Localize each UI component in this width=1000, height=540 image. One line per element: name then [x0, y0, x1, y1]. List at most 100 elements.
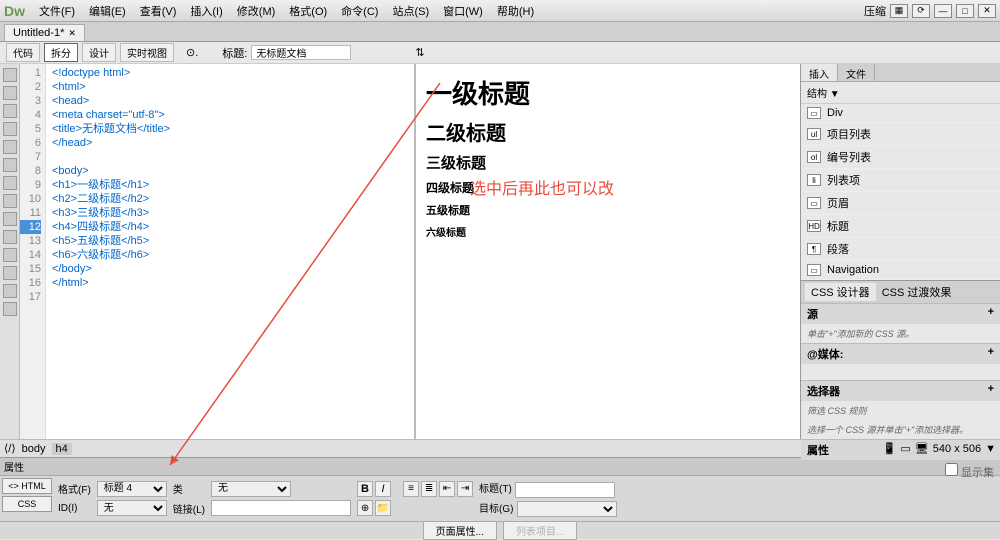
menu-view[interactable]: 查看(V) — [134, 1, 183, 21]
view-design-button[interactable]: 设计 — [82, 43, 116, 62]
title-input[interactable] — [251, 45, 351, 60]
layout-icon[interactable]: ▦ — [890, 4, 908, 18]
tool-icon[interactable] — [3, 212, 17, 226]
css-source-add[interactable]: + — [988, 306, 994, 322]
insert-item-label: 项目列表 — [827, 126, 871, 142]
insert-item[interactable]: ol编号列表 — [801, 146, 1000, 169]
document-tab-bar: Untitled-1* ✕ — [0, 22, 1000, 42]
insert-item-label: 页眉 — [827, 195, 849, 211]
ol-button[interactable]: ≣ — [421, 481, 437, 497]
menu-file[interactable]: 文件(F) — [33, 1, 81, 21]
right-tab-insert[interactable]: 插入 — [801, 64, 838, 81]
menu-modify[interactable]: 修改(M) — [231, 1, 282, 21]
device-icon[interactable]: ▭ — [900, 442, 910, 455]
insert-item-icon: HD — [807, 220, 821, 232]
menu-format[interactable]: 格式(O) — [283, 1, 333, 21]
css-selector-add[interactable]: + — [988, 383, 994, 399]
menu-command[interactable]: 命令(C) — [335, 1, 384, 21]
right-panel: 插入 文件 结构 ▼ ▭Divul项目列表ol编号列表li列表项▭页眉HD标题¶… — [800, 64, 1000, 439]
view-code-button[interactable]: 代码 — [6, 43, 40, 62]
css-selector-hint2: 选择一个 CSS 源并单击"+"添加选择器。 — [801, 420, 1000, 439]
insert-item[interactable]: ▭Navigation — [801, 261, 1000, 280]
view-live-button[interactable]: 实时视图 — [120, 43, 174, 62]
insert-item[interactable]: HD标题 — [801, 215, 1000, 238]
bold-button[interactable]: B — [357, 481, 373, 497]
show-set-checkbox[interactable] — [945, 463, 958, 476]
preview-h2[interactable]: 二级标题 — [426, 117, 790, 146]
ul-button[interactable]: ≡ — [403, 481, 419, 497]
tool-icon[interactable] — [3, 140, 17, 154]
menu-site[interactable]: 站点(S) — [386, 1, 435, 21]
preview-h1[interactable]: 一级标题 — [426, 74, 790, 111]
tool-icon[interactable] — [3, 158, 17, 172]
format-select[interactable]: 标题 4 — [97, 481, 167, 497]
preview-h3[interactable]: 三级标题 — [426, 152, 790, 173]
close-button[interactable]: ✕ — [978, 4, 996, 18]
title2-input[interactable] — [515, 482, 615, 498]
breadcrumb-h4[interactable]: h4 — [52, 443, 72, 455]
tool-icon[interactable] — [3, 248, 17, 262]
insert-item[interactable]: ¶段落 — [801, 238, 1000, 261]
insert-item[interactable]: ▭页眉 — [801, 192, 1000, 215]
menu-help[interactable]: 帮助(H) — [491, 1, 540, 21]
target-select[interactable] — [517, 501, 617, 517]
css-media-add[interactable]: + — [988, 346, 994, 362]
props-html-mode[interactable]: <> HTML — [2, 478, 52, 494]
id-select[interactable]: 无 — [97, 500, 167, 516]
tool-icon[interactable] — [3, 230, 17, 244]
tool-icon[interactable] — [3, 284, 17, 298]
toolbar-icon[interactable]: ⇅ — [415, 46, 424, 59]
minimize-button[interactable]: — — [934, 4, 952, 18]
tool-icon[interactable] — [3, 194, 17, 208]
format-label: 格式(F) — [58, 481, 91, 496]
sync-icon[interactable]: ⟳ — [912, 4, 930, 18]
structure-dropdown[interactable]: 结构 ▼ — [801, 82, 1000, 104]
document-tab-label: Untitled-1* — [13, 27, 64, 39]
maximize-button[interactable]: □ — [956, 4, 974, 18]
menu-insert[interactable]: 插入(I) — [184, 1, 228, 21]
tool-icon[interactable] — [3, 176, 17, 190]
class-select[interactable]: 无 — [211, 481, 291, 497]
css-transition-tab[interactable]: CSS 过渡效果 — [876, 283, 958, 301]
insert-item[interactable]: li列表项 — [801, 169, 1000, 192]
list-item-button[interactable]: 列表项目... — [503, 521, 577, 540]
view-split-button[interactable]: 拆分 — [44, 43, 78, 62]
document-close-icon[interactable]: ✕ — [68, 28, 76, 39]
insert-item-label: 编号列表 — [827, 149, 871, 165]
tool-icon[interactable] — [3, 302, 17, 316]
document-tab[interactable]: Untitled-1* ✕ — [4, 24, 85, 41]
tag-selector-icon[interactable]: ⟨/⟩ — [4, 442, 16, 455]
tool-icon[interactable] — [3, 86, 17, 100]
link-browse-icon[interactable]: ⊕ — [357, 500, 373, 516]
italic-button[interactable]: I — [375, 481, 391, 497]
outdent-button[interactable]: ⇤ — [439, 481, 455, 497]
tool-icon[interactable] — [3, 266, 17, 280]
insert-item-icon: ¶ — [807, 243, 821, 255]
insert-item[interactable]: ▭Div — [801, 104, 1000, 123]
menu-window[interactable]: 窗口(W) — [437, 1, 489, 21]
title-label: 标题: — [222, 45, 247, 61]
insert-item[interactable]: ul 项目列表 — [801, 123, 1000, 146]
preview-h5[interactable]: 五级标题 — [426, 202, 790, 218]
menu-edit[interactable]: 编辑(E) — [83, 1, 132, 21]
page-props-button[interactable]: 页面属性... — [423, 521, 497, 540]
css-media-title: @媒体: — [807, 346, 843, 362]
link-folder-icon[interactable]: 📁 — [375, 500, 391, 516]
insert-item-label: Div — [827, 107, 843, 119]
insert-item-icon: ul — [807, 128, 821, 140]
breadcrumb-body[interactable]: body — [22, 443, 46, 455]
device-icon[interactable]: 📱 — [883, 442, 897, 455]
preview-h6[interactable]: 六级标题 — [426, 224, 790, 239]
tool-icon[interactable] — [3, 122, 17, 136]
tool-icon[interactable] — [3, 104, 17, 118]
props-css-mode[interactable]: CSS — [2, 496, 52, 512]
compress-label[interactable]: 压缩 — [864, 3, 886, 19]
css-designer-tab[interactable]: CSS 设计器 — [805, 283, 876, 301]
link-input[interactable] — [211, 500, 351, 516]
size-label: 540 x 506 — [933, 443, 981, 455]
device-icon[interactable]: 🖥 — [915, 442, 929, 455]
right-tab-files[interactable]: 文件 — [838, 64, 875, 81]
code-editor[interactable]: <!doctype html><html><head><meta charset… — [46, 64, 414, 439]
indent-button[interactable]: ⇥ — [457, 481, 473, 497]
tool-icon[interactable] — [3, 68, 17, 82]
